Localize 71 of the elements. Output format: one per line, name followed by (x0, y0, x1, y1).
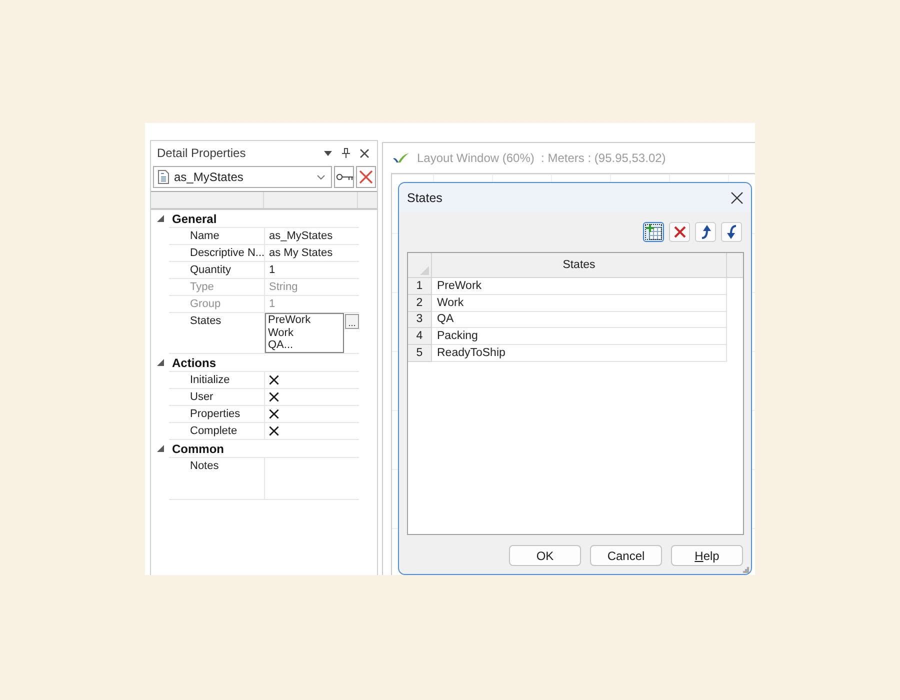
cross-icon (359, 170, 373, 184)
row-number: 4 (408, 328, 432, 346)
property-label: Notes (190, 460, 219, 472)
grid-cell[interactable]: PreWork (432, 278, 727, 295)
object-selector[interactable]: as_MyStates (153, 166, 332, 188)
property-label: Complete (190, 425, 238, 437)
property-value: String (269, 281, 298, 293)
category-name: Common (172, 442, 224, 456)
row-number: 5 (408, 345, 432, 362)
dialog-title: States (407, 190, 442, 204)
category-name: General (172, 212, 217, 226)
dialog-button[interactable]: Help (671, 545, 743, 566)
move-down-button[interactable] (721, 222, 742, 242)
dialog-button[interactable]: Cancel (590, 545, 662, 566)
cross-icon (674, 226, 686, 238)
close-button[interactable] (731, 192, 743, 204)
dialog-button[interactable]: OK (509, 545, 581, 566)
row-number: 1 (408, 278, 432, 295)
property-label: Group (190, 298, 221, 310)
list-field[interactable]: PreWork Work QA... (265, 313, 344, 353)
property-value: 1 (269, 264, 276, 276)
property-label: States (190, 315, 222, 327)
column-header[interactable]: States (562, 259, 596, 271)
pin-button[interactable] (342, 148, 350, 158)
cross-icon (269, 392, 279, 402)
row-number: 3 (408, 312, 432, 328)
window-title: Layout Window (60%) : Meters : (95.95,53.02) (417, 151, 666, 165)
row-number: 2 (408, 294, 432, 312)
panel-title: Detail Properties (157, 146, 246, 160)
chevron-down-icon (317, 174, 325, 180)
property-value: as My States (269, 247, 333, 259)
property-label: Properties (190, 408, 240, 420)
key-icon (336, 173, 352, 181)
resize-grip-icon[interactable] (742, 566, 749, 573)
grid-cell[interactable]: Packing (432, 328, 727, 346)
document-icon (158, 170, 169, 184)
property-label: Name (190, 230, 220, 242)
triangle-icon[interactable] (157, 215, 164, 222)
delete-row-button[interactable] (669, 222, 690, 242)
property-label: Descriptive N... (190, 247, 265, 259)
table-plus-icon (646, 224, 662, 240)
delete-button[interactable] (356, 166, 376, 188)
triangle-icon[interactable] (157, 359, 164, 366)
caret-icon (324, 150, 332, 156)
up-arrow-icon (700, 225, 710, 239)
grid-cell[interactable]: QA (432, 312, 727, 328)
panel-menu-button[interactable] (324, 150, 332, 156)
cross-icon (269, 375, 279, 385)
grid-cell[interactable]: Work (432, 294, 727, 312)
key-button[interactable] (334, 166, 354, 188)
grid-cell[interactable]: ReadyToShip (432, 345, 727, 362)
property-value: as_MyStates (269, 230, 333, 242)
add-row-button[interactable] (643, 222, 664, 242)
move-up-button[interactable] (695, 222, 716, 242)
cross-icon (269, 409, 279, 419)
down-arrow-icon (726, 225, 736, 239)
property-label: Type (190, 281, 214, 293)
close-icon (360, 148, 369, 158)
close-button[interactable] (360, 148, 369, 158)
triangle-icon[interactable] (157, 445, 164, 452)
close-icon (731, 192, 743, 204)
category-name: Actions (172, 356, 216, 370)
logo-icon (393, 153, 409, 163)
property-value: 1 (269, 298, 276, 310)
ellipsis-button[interactable]: ... (345, 314, 359, 329)
property-label: Initialize (190, 374, 230, 386)
pin-icon (342, 148, 350, 158)
property-label: Quantity (190, 264, 231, 276)
property-label: User (190, 391, 214, 403)
cross-icon (269, 426, 279, 436)
corner-triangle-icon (420, 266, 429, 275)
